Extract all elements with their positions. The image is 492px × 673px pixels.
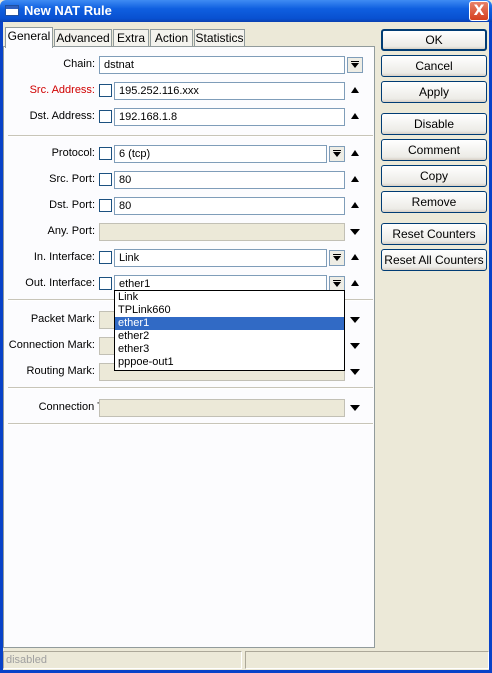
window-title: New NAT Rule xyxy=(24,3,112,18)
title-bar: New NAT Rule X xyxy=(0,0,492,22)
connection-type-field xyxy=(99,399,345,417)
comment-button[interactable]: Comment xyxy=(381,139,487,161)
chain-label: Chain: xyxy=(63,58,95,70)
dst-port-collapse-arrow-icon[interactable] xyxy=(351,202,359,208)
any-port-expand-arrow-icon[interactable] xyxy=(350,229,360,235)
in-interface-dropdown-button[interactable] xyxy=(329,250,345,266)
tab-advanced[interactable]: Advanced xyxy=(54,29,112,47)
connection-type-expand-arrow-icon[interactable] xyxy=(350,405,360,411)
src-port-collapse-arrow-icon[interactable] xyxy=(351,176,359,182)
connection-mark-label: Connection Mark: xyxy=(8,339,95,351)
cancel-button[interactable]: Cancel xyxy=(381,55,487,77)
in-interface-negate-checkbox[interactable] xyxy=(99,251,112,264)
dropdown-option-pppoe-out1[interactable]: pppoe-out1 xyxy=(115,356,344,369)
chain-field[interactable]: dstnat xyxy=(99,56,345,74)
dropdown-option-tplink660[interactable]: TPLink660 xyxy=(115,304,344,317)
ok-button[interactable]: OK xyxy=(381,29,487,51)
protocol-field[interactable]: 6 (tcp) xyxy=(114,145,327,163)
chain-dropdown-button[interactable] xyxy=(347,57,363,73)
status-cell-empty xyxy=(245,651,489,669)
src-port-negate-checkbox[interactable] xyxy=(99,173,112,186)
out-interface-label: Out. Interface: xyxy=(25,277,95,289)
packet-mark-label: Packet Mark: xyxy=(30,313,95,325)
src-port-label: Src. Port: xyxy=(49,173,95,185)
out-interface-negate-checkbox[interactable] xyxy=(99,277,112,290)
dst-port-label: Dst. Port: xyxy=(49,199,95,211)
src-address-collapse-arrow-icon[interactable] xyxy=(351,87,359,93)
window-icon xyxy=(5,5,19,16)
tab-general[interactable]: General xyxy=(5,27,53,48)
in-interface-field[interactable]: Link xyxy=(114,249,327,267)
disable-button[interactable]: Disable xyxy=(381,113,487,135)
tab-extra[interactable]: Extra xyxy=(113,29,149,47)
status-text: disabled xyxy=(3,651,242,669)
dst-address-collapse-arrow-icon[interactable] xyxy=(351,113,359,119)
any-port-label: Any. Port: xyxy=(47,225,95,237)
out-interface-collapse-arrow-icon[interactable] xyxy=(351,280,359,286)
routing-mark-expand-arrow-icon[interactable] xyxy=(350,369,360,375)
protocol-collapse-arrow-icon[interactable] xyxy=(351,150,359,156)
dst-port-negate-checkbox[interactable] xyxy=(99,199,112,212)
out-interface-dropdown-list: Link TPLink660 ether1 ether2 ether3 pppo… xyxy=(114,290,345,371)
separator xyxy=(8,423,373,425)
src-address-field[interactable]: 195.252.116.xxx xyxy=(114,82,345,100)
dropdown-option-ether3[interactable]: ether3 xyxy=(115,343,344,356)
packet-mark-expand-arrow-icon[interactable] xyxy=(350,317,360,323)
dst-address-label: Dst. Address: xyxy=(29,110,95,122)
copy-button[interactable]: Copy xyxy=(381,165,487,187)
tab-statistics[interactable]: Statistics xyxy=(194,29,245,47)
src-port-field[interactable]: 80 xyxy=(114,171,345,189)
dst-address-negate-checkbox[interactable] xyxy=(99,110,112,123)
remove-button[interactable]: Remove xyxy=(381,191,487,213)
in-interface-collapse-arrow-icon[interactable] xyxy=(351,254,359,260)
src-address-label: Src. Address: xyxy=(29,84,95,96)
dropdown-option-link[interactable]: Link xyxy=(115,291,344,304)
tab-action[interactable]: Action xyxy=(150,29,193,47)
dst-address-field[interactable]: 192.168.1.8 xyxy=(114,108,345,126)
separator xyxy=(8,387,373,389)
any-port-field xyxy=(99,223,345,241)
routing-mark-label: Routing Mark: xyxy=(26,365,95,377)
status-bar: disabled xyxy=(3,651,489,670)
apply-button[interactable]: Apply xyxy=(381,81,487,103)
dropdown-option-ether2[interactable]: ether2 xyxy=(115,330,344,343)
dst-port-field[interactable]: 80 xyxy=(114,197,345,215)
dropdown-option-ether1[interactable]: ether1 xyxy=(115,317,344,330)
protocol-negate-checkbox[interactable] xyxy=(99,147,112,160)
src-address-negate-checkbox[interactable] xyxy=(99,84,112,97)
connection-mark-expand-arrow-icon[interactable] xyxy=(350,343,360,349)
reset-all-counters-button[interactable]: Reset All Counters xyxy=(381,249,487,271)
separator xyxy=(8,135,373,137)
reset-counters-button[interactable]: Reset Counters xyxy=(381,223,487,245)
protocol-label: Protocol: xyxy=(51,147,95,159)
protocol-dropdown-button[interactable] xyxy=(329,146,345,162)
in-interface-label: In. Interface: xyxy=(33,251,95,263)
close-button[interactable]: X xyxy=(469,1,489,21)
